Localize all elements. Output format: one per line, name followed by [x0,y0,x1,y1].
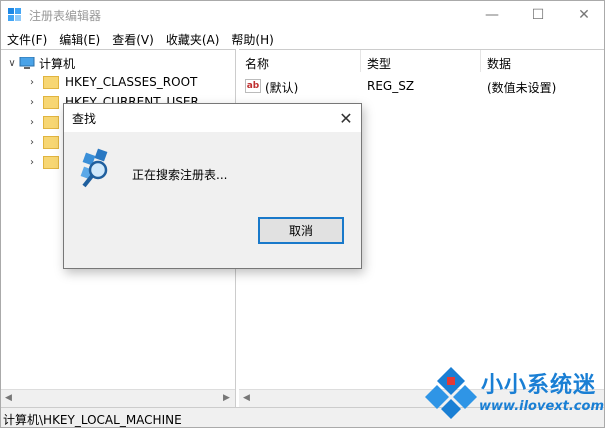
chevron-right-icon[interactable]: › [25,137,39,148]
close-button[interactable]: ✕ [561,1,605,29]
dialog-close-button[interactable]: ✕ [332,104,360,132]
dialog-message: 正在搜索注册表... [132,168,228,182]
folder-icon [43,155,59,169]
tree-item-label: HKEY_CLASSES_ROOT [65,75,198,89]
menu-view[interactable]: 查看(V) [106,29,160,49]
dialog-title-bar: 查找 ✕ [64,104,361,132]
tree-root-computer[interactable]: ∨ 计算机 [5,54,75,72]
tree-root-label: 计算机 [39,56,76,71]
menu-help[interactable]: 帮助(H) [225,29,279,49]
scroll-left-icon[interactable]: ◀ [5,393,12,403]
watermark-url: www.ilovext.com [479,399,604,414]
table-row[interactable]: ab (默认) REG_SZ (数值未设置) [239,76,604,96]
watermark-title: 小小系统迷 [481,373,597,398]
chevron-right-icon[interactable]: › [25,117,39,128]
folder-icon [43,115,59,129]
ab-string-icon: ab [245,79,261,93]
registry-app-icon [8,8,21,21]
computer-icon [19,56,35,69]
minimize-button[interactable]: — [469,1,515,29]
scroll-right-icon[interactable]: ▶ [223,393,230,403]
title-bar: 注册表编辑器 — ☐ ✕ [1,1,604,29]
windows-logo-icon [425,367,477,419]
value-type: REG_SZ [367,79,415,93]
find-dialog: 查找 ✕ 正在搜索注册表... 取消 [63,103,362,269]
tree-item-hkey-users[interactable]: › [25,132,65,152]
chevron-right-icon[interactable]: › [25,97,39,108]
folder-icon [43,95,59,109]
chevron-right-icon[interactable]: › [25,157,39,168]
tree-item-hkey-current-config[interactable]: › [25,152,65,172]
folder-icon [43,75,59,89]
value-data: (数值未设置) [487,81,557,95]
chevron-right-icon[interactable]: › [25,77,39,88]
maximize-button[interactable]: ☐ [515,1,561,29]
cancel-button[interactable]: 取消 [258,217,344,244]
value-name: (默认) [265,81,299,95]
dialog-title: 查找 [72,112,97,126]
menu-edit[interactable]: 编辑(E) [53,29,106,49]
menu-file[interactable]: 文件(F) [1,29,53,49]
tree-horizontal-scrollbar[interactable]: ◀ ▶ [1,389,235,407]
registry-editor-window: 注册表编辑器 — ☐ ✕ 文件(F) 编辑(E) 查看(V) 收藏夹(A) 帮助… [0,0,605,428]
scroll-left-icon[interactable]: ◀ [243,393,250,403]
site-watermark: 小小系统迷 www.ilovext.com [419,363,604,425]
column-header-type[interactable]: 类型 [361,50,481,72]
tree-item-hkey-classes-root[interactable]: › HKEY_CLASSES_ROOT [25,72,197,92]
column-header-data[interactable]: 数据 [481,50,604,72]
window-title: 注册表编辑器 [29,9,102,23]
search-registry-icon [80,148,108,188]
menu-bar: 文件(F) 编辑(E) 查看(V) 收藏夹(A) 帮助(H) [1,29,604,49]
folder-icon [43,135,59,149]
tree-item-hkey-local-machine[interactable]: › [25,112,65,132]
column-header-name[interactable]: 名称 [239,50,361,72]
menu-favorites[interactable]: 收藏夹(A) [160,29,226,49]
chevron-down-icon[interactable]: ∨ [5,58,19,69]
